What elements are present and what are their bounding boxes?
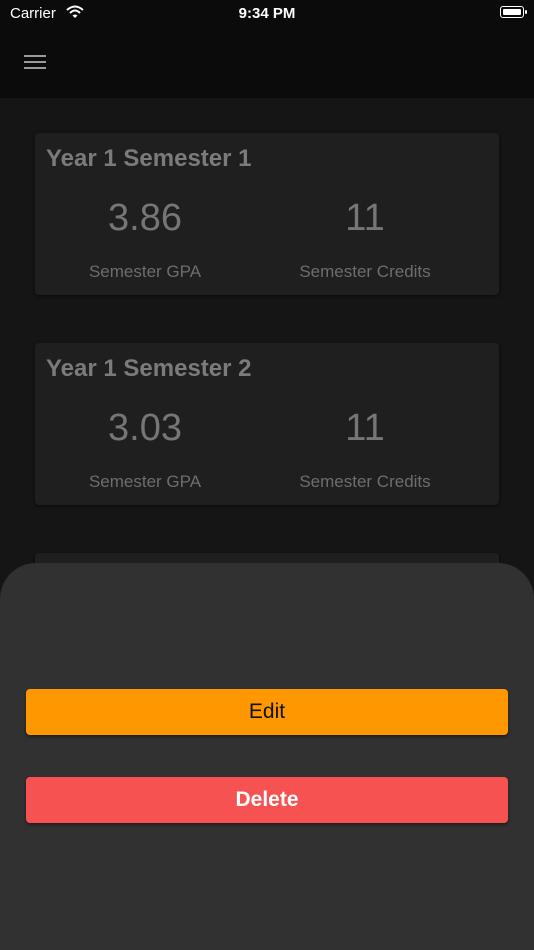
app-bar: [0, 28, 534, 98]
semester-gpa-value: 3.86: [108, 197, 182, 239]
semester-title: Year 1 Semester 1: [46, 145, 252, 172]
semester-credits-value: 11: [345, 197, 385, 239]
bottom-sheet: Edit Delete: [0, 563, 534, 950]
semester-credits-value: 11: [345, 407, 385, 449]
semester-gpa-value: 3.03: [108, 407, 182, 449]
semester-gpa-label: Semester GPA: [88, 472, 202, 491]
edit-button[interactable]: Edit: [26, 689, 508, 735]
hamburger-menu-icon[interactable]: [22, 50, 50, 74]
semester-credits-label: Semester Credits: [299, 262, 431, 281]
semester-title: Year 1 Semester 2: [46, 355, 252, 382]
semester-gpa-label: Semester GPA: [88, 262, 202, 281]
semester-card[interactable]: Year 1 Semester 1 3.86 11 Semester GPA S…: [35, 133, 499, 295]
battery-icon: [500, 6, 527, 18]
semester-credits-label: Semester Credits: [299, 472, 431, 491]
delete-button[interactable]: Delete: [26, 777, 508, 823]
status-bar: Carrier 9:34 PM: [0, 0, 534, 28]
status-time: 9:34 PM: [238, 5, 296, 22]
semester-card[interactable]: Year 1 Semester 2 3.03 11 Semester GPA S…: [35, 343, 499, 505]
